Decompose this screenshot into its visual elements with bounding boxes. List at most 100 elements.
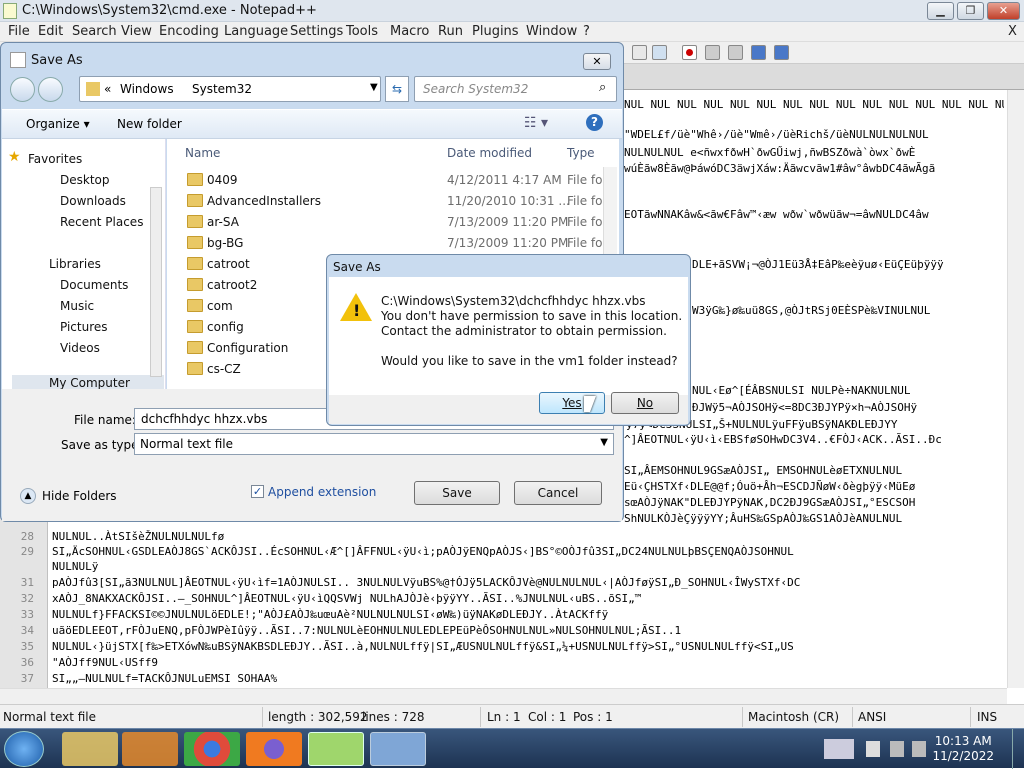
network-icon[interactable] [890, 741, 904, 757]
back-button[interactable] [10, 77, 35, 102]
dialog-close-button[interactable]: ✕ [583, 53, 611, 70]
line-number: 32 [20, 592, 34, 605]
nav-scrollbar[interactable] [150, 187, 162, 377]
menu-close-doc[interactable]: X [1008, 24, 1017, 39]
code-line: wúÈãw8Èãw@ÞáwóDC3äwjXáw:Äãwcvãw1#âw°âwbD… [624, 162, 936, 175]
refresh-icon[interactable]: ⇆ [385, 76, 409, 102]
eye-icon[interactable] [652, 45, 667, 60]
append-extension-label[interactable]: Append extension [268, 485, 376, 499]
flag-icon[interactable] [866, 741, 880, 757]
code-line: DLE+ãSVW¡¬@ÒJ1Eü3Å‡EâP‰eèÿuø‹EüÇEüþÿÿÿ [692, 258, 944, 271]
start-button[interactable] [4, 731, 44, 767]
savetype-dropdown[interactable]: Normal text file ▼ [134, 433, 614, 455]
file-row[interactable]: ar-SA 7/13/2009 11:20 PM File fol [167, 212, 607, 233]
system-clock[interactable]: 10:13 AM 11/2/2022 [932, 734, 994, 764]
menu-run[interactable]: Run [438, 24, 463, 39]
record-macro-icon[interactable] [682, 45, 697, 60]
code-line: NULNULÿ [52, 560, 99, 573]
nav-pictures[interactable]: Pictures [60, 320, 108, 334]
line-number: 31 [20, 576, 34, 589]
column-date-modified[interactable]: Date modified [447, 146, 532, 160]
menu-macro[interactable]: Macro [390, 24, 429, 39]
save-button[interactable]: Save [414, 481, 500, 505]
no-button[interactable]: No [611, 392, 679, 414]
editor-vertical-scrollbar[interactable] [1007, 90, 1024, 688]
confirm-path: C:\Windows\System32\dchcfhhdyc hhzx.vbs [381, 294, 646, 308]
editor-horizontal-scrollbar[interactable] [0, 688, 1007, 704]
nav-favorites[interactable]: Favorites [28, 152, 82, 166]
nav-downloads[interactable]: Downloads [60, 194, 126, 208]
breadcrumb-overflow[interactable]: « [104, 82, 111, 96]
volume-icon[interactable] [912, 741, 926, 757]
menu-file[interactable]: File [8, 24, 30, 39]
firefox-taskbar-icon[interactable] [246, 732, 302, 766]
menu-search[interactable]: Search [72, 24, 117, 39]
menu-plugins[interactable]: Plugins [472, 24, 519, 39]
forward-button[interactable] [38, 77, 63, 102]
menu-help[interactable]: ? [583, 24, 590, 39]
line-number: 35 [20, 640, 34, 653]
help-icon[interactable]: ? [586, 114, 603, 131]
status-ln: Ln : 1 [487, 710, 521, 724]
filename-value: dchcfhhdyc hhzx.vbs [141, 412, 268, 426]
filename-label: File name: [74, 413, 136, 427]
file-row[interactable]: bg-BG 7/13/2009 11:20 PM File fol [167, 233, 607, 254]
nav-music[interactable]: Music [60, 299, 94, 313]
status-eol[interactable]: Macintosh (CR) [748, 710, 839, 724]
search-icon[interactable]: ⌕ [599, 80, 606, 95]
code-line: SI„„–NULNULf=TACKÔJNULuEMSI SOHAA% [52, 672, 278, 685]
nav-libraries[interactable]: Libraries [49, 257, 101, 271]
new-folder-button[interactable]: New folder [117, 117, 182, 131]
nav-my-computer[interactable]: My Computer [49, 376, 130, 390]
explorer-taskbar-icon[interactable] [62, 732, 118, 766]
cancel-button[interactable]: Cancel [514, 481, 602, 505]
stop-macro-icon[interactable] [705, 45, 720, 60]
search-input[interactable]: Search System32 [423, 82, 528, 96]
save-macro-icon[interactable] [774, 45, 789, 60]
menu-language[interactable]: Language [224, 24, 288, 39]
menu-tools[interactable]: Tools [346, 24, 378, 39]
run-multiple-macro-icon[interactable] [751, 45, 766, 60]
address-bar[interactable]: « Windows System32 ▼ [79, 76, 381, 102]
maximize-button[interactable]: ❐ [957, 2, 984, 20]
code-line: sœAÒJÿNAK"DLEÐJYPÿNAK,DC2ÐJ9GSæAÒJSI„°ES… [624, 496, 916, 509]
nav-recent-places[interactable]: Recent Places [60, 215, 143, 229]
notepadpp-taskbar-icon[interactable] [308, 732, 364, 766]
show-desktop-button[interactable] [1012, 729, 1024, 769]
minimize-button[interactable]: ▁ [927, 2, 954, 20]
file-row[interactable]: AdvancedInstallers 11/20/2010 10:31 ... Fi… [167, 191, 607, 212]
toolbar-icon[interactable] [632, 45, 647, 60]
status-encoding[interactable]: ANSI [858, 710, 886, 724]
code-line: NULNUL‹}üjSTX[f‰>ETXówN‰uBSÿNAKBSDLEÐJY.… [52, 640, 794, 653]
chrome-taskbar-icon[interactable] [184, 732, 240, 766]
play-macro-icon[interactable] [728, 45, 743, 60]
breadcrumb-windows[interactable]: Windows [120, 82, 174, 96]
nav-videos[interactable]: Videos [60, 341, 100, 355]
chevron-up-icon[interactable]: ▲ [20, 488, 36, 504]
file-row[interactable]: 0409 4/12/2011 4:17 AM File fol [167, 170, 607, 191]
control-panel-taskbar-icon[interactable] [370, 732, 426, 766]
column-name[interactable]: Name [185, 146, 220, 160]
append-extension-checkbox[interactable]: ✓ [251, 485, 264, 498]
menu-view[interactable]: View [121, 24, 152, 39]
organize-button[interactable]: Organize ▾ [26, 117, 90, 131]
media-player-taskbar-icon[interactable] [122, 732, 178, 766]
hide-folders-button[interactable]: Hide Folders [42, 489, 117, 503]
search-box[interactable]: Search System32 ⌕ [414, 76, 617, 102]
nav-documents[interactable]: Documents [60, 278, 128, 292]
nav-desktop[interactable]: Desktop [60, 173, 110, 187]
chevron-down-icon[interactable]: ▼ [370, 82, 378, 93]
folder-icon [187, 194, 203, 207]
view-options-icon[interactable]: ☷ ▾ [524, 115, 548, 131]
menu-window[interactable]: Window [526, 24, 577, 39]
menu-bar: File Edit Search View Encoding Language … [0, 22, 1024, 42]
menu-edit[interactable]: Edit [38, 24, 63, 39]
breadcrumb-system32[interactable]: System32 [192, 82, 252, 96]
tray-icon[interactable] [824, 739, 854, 759]
menu-settings[interactable]: Settings [290, 24, 343, 39]
status-insert-mode[interactable]: INS [977, 710, 997, 724]
menu-encoding[interactable]: Encoding [159, 24, 219, 39]
status-length: length : 302,592 [268, 710, 368, 724]
close-button[interactable]: ✕ [987, 2, 1020, 20]
column-type[interactable]: Type [567, 146, 595, 160]
